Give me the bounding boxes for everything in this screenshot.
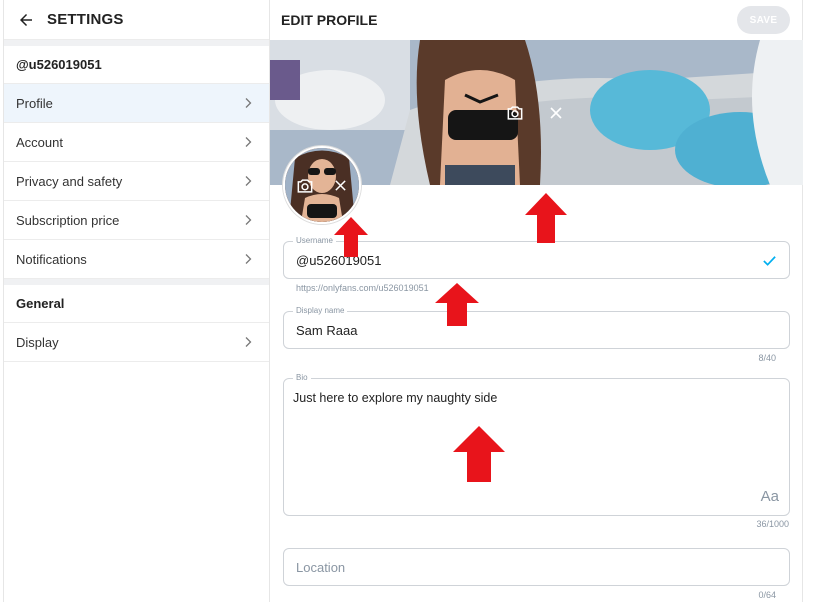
settings-sidebar: SETTINGS @u526019051 Profile Account Pri… [3, 0, 270, 602]
sidebar-item-label: Display [16, 334, 59, 350]
sidebar-item-label: Subscription price [16, 212, 120, 228]
sidebar-item-label: Profile [16, 95, 53, 111]
annotation-arrow-bio [453, 426, 505, 482]
sidebar-item-account[interactable]: Account [4, 123, 269, 162]
location-field[interactable]: Location [283, 548, 790, 586]
sidebar-item-label: Privacy and safety [16, 173, 123, 189]
display-name-field[interactable]: Display name Sam Raaa [283, 306, 790, 349]
avatar-remove-icon[interactable] [334, 179, 347, 192]
location-placeholder: Location [296, 560, 346, 575]
sidebar-item-subscription-price[interactable]: Subscription price [4, 201, 269, 240]
chevron-right-icon [245, 137, 252, 147]
sidebar-item-label: Notifications [16, 251, 87, 267]
annotation-arrow-username-url [435, 283, 479, 326]
username-label: Username [293, 236, 336, 245]
profile-url-hint: https://onlyfans.com/u526019051 [296, 283, 429, 293]
edit-profile-panel: EDIT PROFILE SAVE Username @u526019051 h… [270, 0, 803, 602]
location-counter: 0/64 [758, 590, 776, 600]
check-icon [763, 256, 776, 266]
sidebar-item-display[interactable]: Display [4, 323, 269, 362]
sidebar-item-notifications[interactable]: Notifications [4, 240, 269, 279]
sidebar-section-general: General [4, 285, 269, 323]
cover-remove-icon[interactable] [549, 106, 563, 120]
text-format-icon[interactable]: Aa [761, 488, 779, 505]
bio-value: Just here to explore my naughty side [293, 391, 498, 405]
sidebar-item-label: Account [16, 134, 63, 150]
chevron-right-icon [245, 337, 252, 347]
bio-field[interactable]: Bio Just here to explore my naughty side… [283, 373, 790, 516]
main-header: EDIT PROFILE SAVE [270, 0, 802, 40]
display-name-counter: 8/40 [758, 353, 776, 363]
avatar-camera-icon[interactable] [295, 176, 315, 196]
chevron-right-icon [245, 215, 252, 225]
sidebar-header: SETTINGS [4, 0, 269, 40]
sidebar-username: @u526019051 [4, 46, 269, 84]
avatar [283, 146, 361, 224]
bio-label: Bio [293, 373, 311, 382]
save-button[interactable]: SAVE [737, 6, 790, 34]
page-title: EDIT PROFILE [281, 12, 378, 28]
annotation-arrow-avatar [334, 217, 368, 257]
cover-camera-icon[interactable] [505, 103, 525, 123]
display-name-label: Display name [293, 306, 348, 315]
display-name-value: Sam Raaa [296, 323, 358, 338]
sidebar-title: SETTINGS [47, 11, 124, 28]
sidebar-item-profile[interactable]: Profile [4, 84, 269, 123]
chevron-right-icon [245, 98, 252, 108]
chevron-right-icon [245, 254, 252, 264]
bio-counter: 36/1000 [756, 519, 789, 529]
chevron-right-icon [245, 176, 252, 186]
back-arrow-icon[interactable] [17, 11, 35, 29]
annotation-arrow-cover [525, 193, 567, 243]
sidebar-item-privacy[interactable]: Privacy and safety [4, 162, 269, 201]
